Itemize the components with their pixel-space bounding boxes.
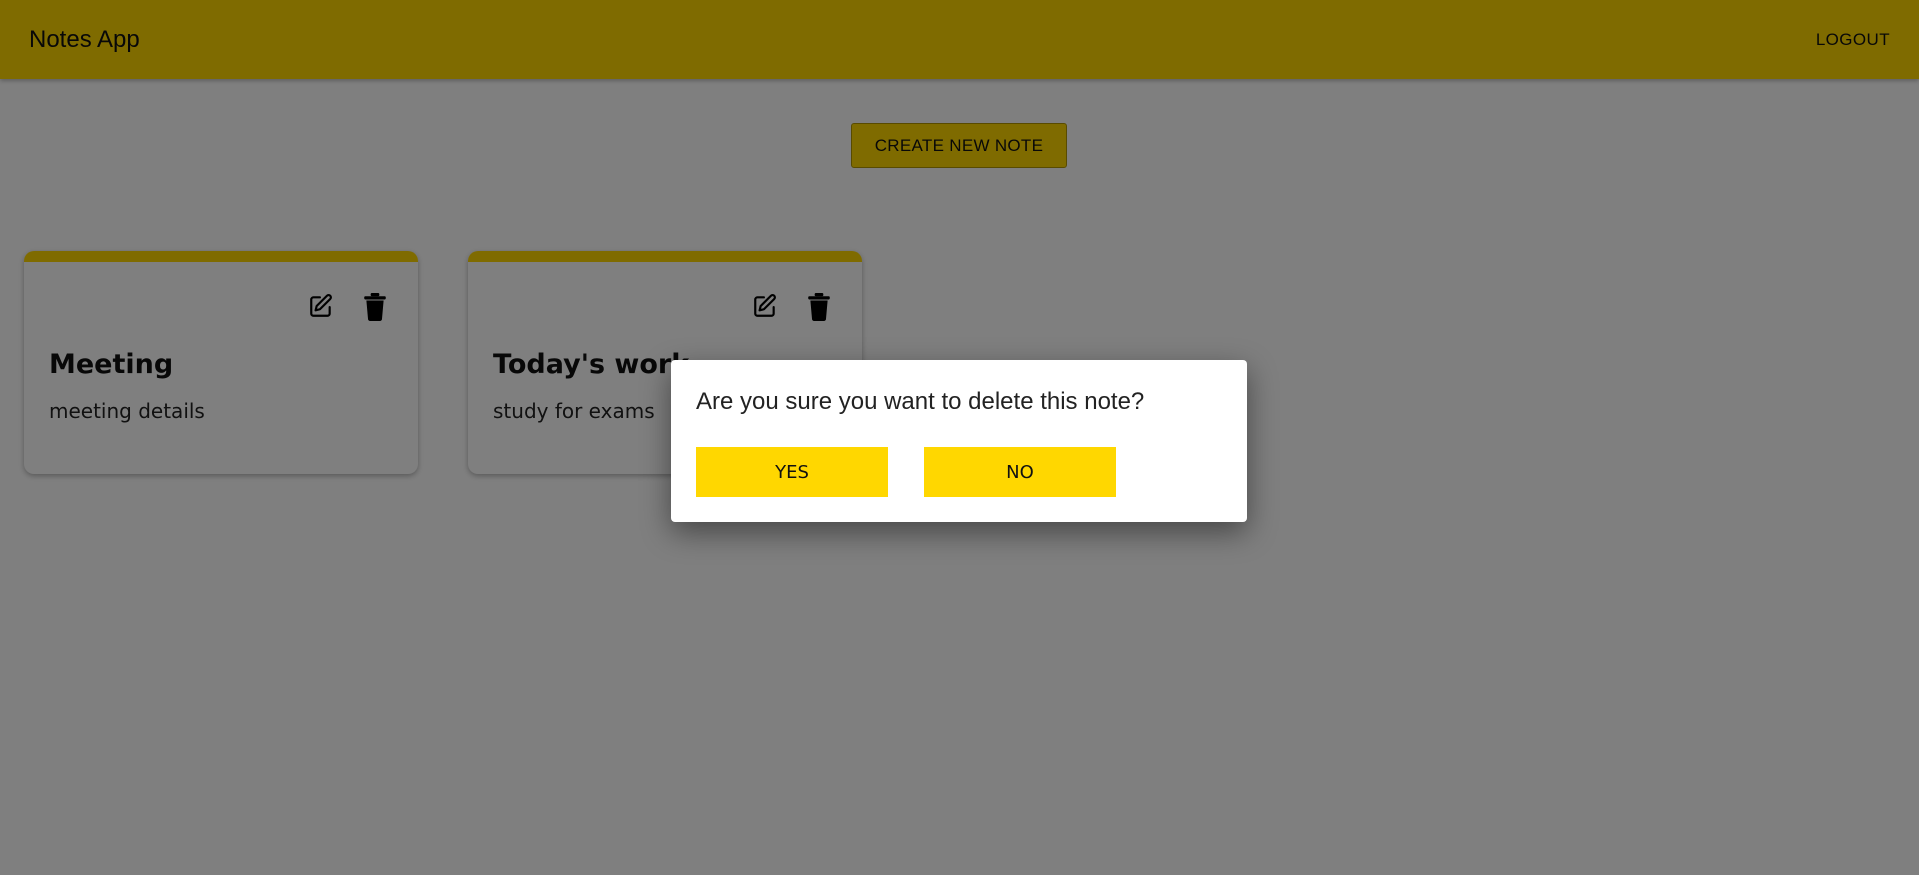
delete-confirm-dialog: Are you sure you want to delete this not… bbox=[671, 360, 1247, 522]
dialog-message: Are you sure you want to delete this not… bbox=[696, 388, 1145, 415]
notes-app: Notes App LOGOUT CREATE NEW NOTE Meeting… bbox=[0, 0, 1919, 875]
confirm-yes-button[interactable]: YES bbox=[696, 447, 888, 497]
confirm-no-button[interactable]: NO bbox=[924, 447, 1116, 497]
